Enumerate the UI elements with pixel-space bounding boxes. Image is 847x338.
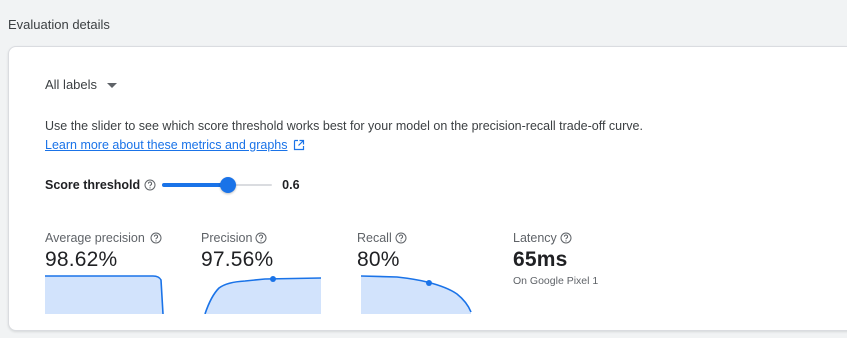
metric-label: Latency (513, 231, 598, 245)
section-title: Evaluation details (8, 17, 110, 32)
latency-value: 65ms (513, 248, 568, 271)
score-threshold-slider[interactable] (162, 175, 273, 195)
precision-value: 97.56% (201, 248, 274, 271)
open-in-new-icon (293, 139, 304, 151)
score-threshold-label: Score threshold (45, 178, 141, 192)
recall-value: 80% (357, 248, 400, 271)
average-precision-value: 98.62% (45, 248, 118, 271)
recall-label: Recall (357, 231, 392, 245)
labels-dropdown-value: All labels (45, 77, 98, 92)
recall-threshold-marker (426, 280, 432, 286)
precision-label: Precision (201, 231, 253, 245)
labels-dropdown[interactable]: All labels (45, 77, 118, 92)
help-circle-icon[interactable] (144, 179, 156, 191)
latency-device: On Google Pixel 1 (513, 275, 599, 287)
help-circle-icon[interactable] (255, 232, 267, 244)
recall-curve (360, 275, 472, 314)
score-threshold-value: 0.6 (282, 178, 300, 192)
metric-recall: Recall 80% (357, 231, 479, 314)
average-precision-label: Average precision (45, 231, 145, 245)
metric-latency: Latency 65ms On Google Pixel 1 (513, 231, 598, 287)
precision-threshold-marker (270, 276, 276, 282)
caret-down-icon (107, 83, 118, 88)
slider-fill (162, 183, 229, 187)
metric-label: Average precision (45, 231, 167, 245)
learn-more-link[interactable]: Learn more about these metrics and graph… (45, 138, 305, 152)
slider-description: Use the slider to see which score thresh… (45, 119, 643, 133)
help-circle-icon[interactable] (560, 232, 572, 244)
average-precision-curve (45, 275, 164, 314)
metric-label: Recall (357, 231, 479, 245)
precision-curve (204, 276, 322, 314)
help-circle-icon[interactable] (150, 232, 162, 244)
metric-precision: Precision 97.56% (201, 231, 323, 314)
help-circle-icon[interactable] (395, 232, 407, 244)
metric-average-precision: Average precision 98.62% (45, 231, 167, 314)
slider-thumb[interactable] (220, 177, 237, 193)
latency-label: Latency (513, 231, 557, 245)
metric-label: Precision (201, 231, 323, 245)
learn-more-text: Learn more about these metrics and graph… (45, 138, 288, 152)
evaluation-card: All labels Use the slider to see which s… (8, 46, 847, 331)
score-threshold-row: Score threshold 0.6 (45, 175, 300, 195)
